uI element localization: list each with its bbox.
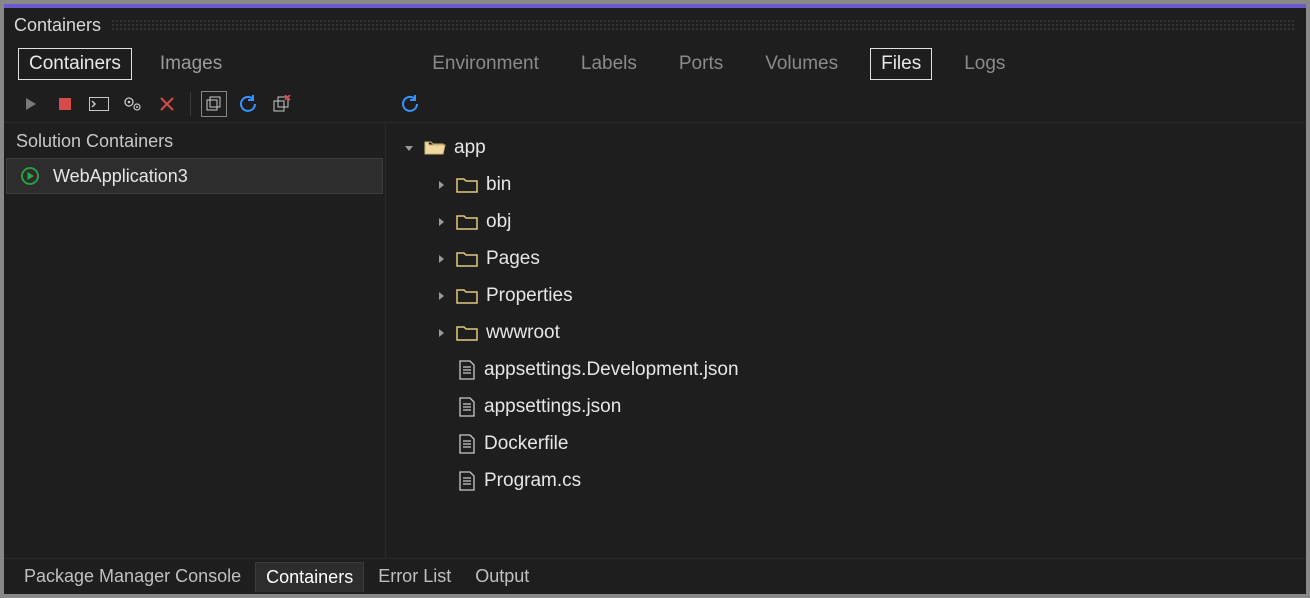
bottom-tab-error-list[interactable]: Error List	[368, 562, 461, 591]
detail-tab-volumes[interactable]: Volumes	[755, 49, 848, 79]
refresh-icon	[239, 95, 257, 113]
file-icon	[458, 471, 476, 491]
folder-icon	[456, 288, 478, 304]
container-item[interactable]: WebApplication3	[6, 158, 383, 194]
nav-tabs: Containers Images	[18, 48, 232, 80]
expand-icon	[434, 178, 448, 192]
containers-panel: Containers Containers Images Environment…	[4, 4, 1306, 594]
file-label: appsettings.Development.json	[484, 359, 739, 381]
gear-icon	[124, 96, 142, 112]
refresh-icon	[401, 95, 419, 113]
tree-file[interactable]: Program.cs	[398, 462, 1306, 499]
folder-label: wwwroot	[486, 322, 560, 344]
stop-icon	[58, 97, 72, 111]
expand-icon	[434, 215, 448, 229]
tree-folder[interactable]: Properties	[398, 277, 1306, 314]
folder-open-icon	[424, 139, 446, 157]
tree-folder[interactable]: Pages	[398, 240, 1306, 277]
folder-icon	[456, 214, 478, 230]
folder-icon	[456, 177, 478, 193]
toolbar	[4, 86, 1306, 122]
detail-tab-logs[interactable]: Logs	[954, 49, 1015, 79]
tabs-row: Containers Images Environment Labels Por…	[4, 42, 1306, 86]
detail-tabs: Environment Labels Ports Volumes Files L…	[422, 48, 1015, 80]
container-name: WebApplication3	[53, 166, 188, 187]
bottom-tab-output[interactable]: Output	[465, 562, 539, 591]
panel-grip[interactable]	[111, 19, 1296, 31]
tree-file[interactable]: appsettings.Development.json	[398, 351, 1306, 388]
folder-icon	[456, 251, 478, 267]
toolbar-separator	[190, 92, 191, 116]
x-icon	[159, 96, 175, 112]
panel-title: Containers	[14, 15, 101, 36]
detail-tab-files[interactable]: Files	[870, 48, 932, 80]
detail-tab-environment[interactable]: Environment	[422, 49, 549, 79]
prune-icon	[272, 95, 292, 113]
file-icon	[458, 434, 476, 454]
file-icon	[458, 397, 476, 417]
file-tree-pane: app bin obj Pages	[386, 122, 1306, 558]
tree-folder[interactable]: obj	[398, 203, 1306, 240]
delete-button[interactable]	[154, 91, 180, 117]
sidebar-header: Solution Containers	[4, 123, 385, 158]
folder-icon	[456, 325, 478, 341]
tree-folder[interactable]: wwwroot	[398, 314, 1306, 351]
panel-titlebar: Containers	[4, 8, 1306, 42]
expand-icon	[434, 326, 448, 340]
terminal-icon	[89, 97, 109, 111]
show-all-button[interactable]	[201, 91, 227, 117]
file-label: Program.cs	[484, 470, 581, 492]
folder-label: obj	[486, 211, 511, 233]
detail-tab-ports[interactable]: Ports	[669, 49, 733, 79]
collapse-icon	[402, 141, 416, 155]
bottom-tab-pmc[interactable]: Package Manager Console	[14, 562, 251, 591]
tree-folder[interactable]: bin	[398, 166, 1306, 203]
nav-tab-containers[interactable]: Containers	[18, 48, 132, 80]
detail-tab-labels[interactable]: Labels	[571, 49, 647, 79]
folder-label: app	[454, 137, 486, 159]
content: Solution Containers WebApplication3 app	[4, 122, 1306, 558]
file-icon	[458, 360, 476, 380]
folder-label: Properties	[486, 285, 573, 307]
settings-button[interactable]	[120, 91, 146, 117]
expand-icon	[434, 289, 448, 303]
tree-folder-root[interactable]: app	[398, 129, 1306, 166]
running-icon	[21, 167, 39, 185]
nav-tab-images[interactable]: Images	[150, 49, 232, 79]
tree-file[interactable]: appsettings.json	[398, 388, 1306, 425]
start-button[interactable]	[18, 91, 44, 117]
bottom-tab-strip: Package Manager Console Containers Error…	[4, 558, 1306, 594]
file-tree: app bin obj Pages	[398, 129, 1306, 499]
tree-file[interactable]: Dockerfile	[398, 425, 1306, 462]
refresh-list-button[interactable]	[235, 91, 261, 117]
stack-icon	[205, 95, 223, 113]
play-icon	[24, 97, 38, 111]
file-label: Dockerfile	[484, 433, 568, 455]
expand-icon	[434, 252, 448, 266]
folder-label: bin	[486, 174, 511, 196]
refresh-files-button[interactable]	[397, 91, 423, 117]
file-label: appsettings.json	[484, 396, 621, 418]
bottom-tab-containers[interactable]: Containers	[255, 562, 364, 592]
stop-button[interactable]	[52, 91, 78, 117]
terminal-button[interactable]	[86, 91, 112, 117]
sidebar: Solution Containers WebApplication3	[4, 122, 386, 558]
prune-button[interactable]	[269, 91, 295, 117]
folder-label: Pages	[486, 248, 540, 270]
